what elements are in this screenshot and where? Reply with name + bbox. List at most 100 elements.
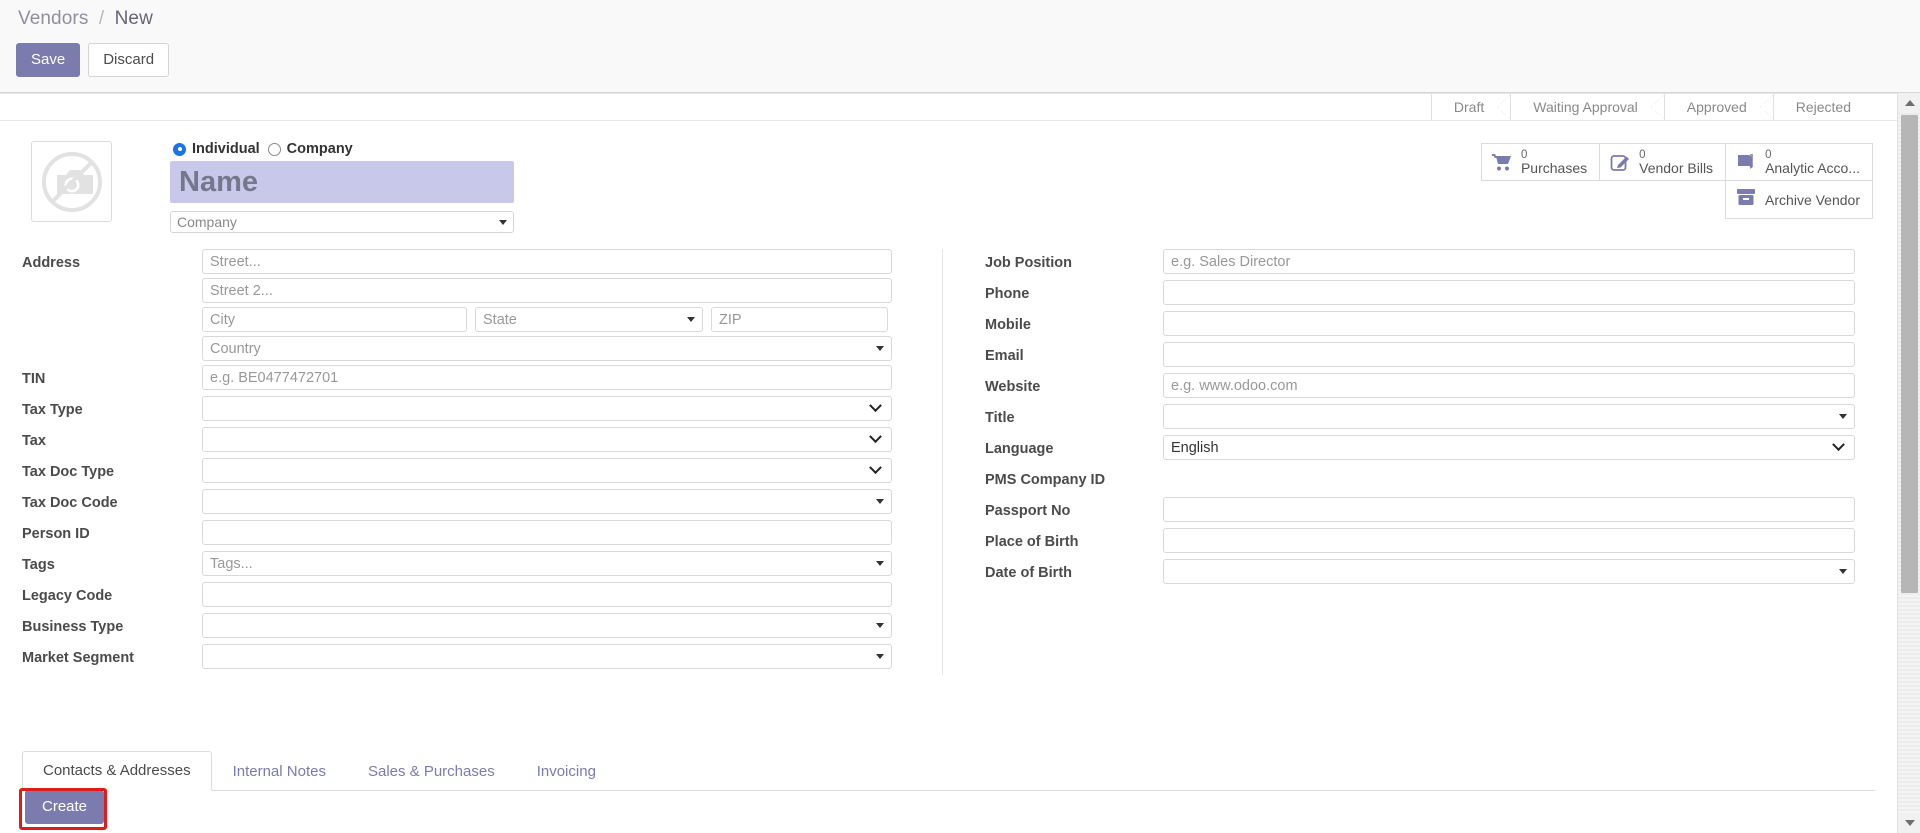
passport-no-input[interactable] [1163, 497, 1855, 522]
status-step-waiting-approval[interactable]: Waiting Approval [1510, 94, 1665, 120]
field-tin: TIN [22, 365, 930, 392]
stat-buttons-area: 0 Purchases 0 Vendor Bills 0 Analytic Ac… [1480, 143, 1873, 219]
form-column-left: Address State [22, 249, 930, 675]
tin-input[interactable] [202, 365, 892, 390]
country-select-value: Country [210, 340, 261, 357]
vertical-scrollbar[interactable] [1897, 93, 1920, 833]
name-input[interactable] [170, 161, 514, 203]
field-tax-doc-type: Tax Doc Type [22, 458, 930, 485]
field-title: Title [985, 404, 1855, 431]
job-position-input[interactable] [1163, 249, 1855, 274]
create-button[interactable]: Create [25, 790, 105, 824]
label-date-of-birth: Date of Birth [985, 565, 1072, 581]
person-id-input[interactable] [202, 520, 892, 545]
tax-select[interactable] [202, 427, 892, 452]
chevron-down-icon [1839, 414, 1847, 419]
label-title: Title [985, 410, 1015, 426]
date-of-birth-select[interactable] [1163, 559, 1855, 584]
stat-button-analytic-accounts-text: 0 Analytic Acco... [1765, 149, 1860, 176]
tags-select[interactable]: Tags... [202, 551, 892, 576]
stat-button-purchases-text: 0 Purchases [1521, 149, 1587, 176]
scroll-down-button[interactable] [1898, 813, 1920, 833]
chevron-down-icon [876, 561, 884, 566]
label-place-of-birth: Place of Birth [985, 534, 1079, 550]
status-step-draft[interactable]: Draft [1430, 94, 1512, 120]
tax-doc-type-control [202, 458, 930, 483]
chevron-down-icon [876, 623, 884, 628]
form-column-right: Job Position Phone Mobile [942, 249, 1855, 675]
chevron-down-icon [869, 399, 882, 413]
phone-input[interactable] [1163, 280, 1855, 305]
label-tags: Tags [22, 557, 55, 573]
partner-type-radio-group: Individual Company [173, 141, 530, 157]
label-tax-type: Tax Type [22, 402, 83, 418]
radio-individual[interactable]: Individual [173, 141, 260, 157]
stat-button-analytic-accounts-label: Analytic Acco... [1765, 159, 1860, 176]
save-button[interactable]: Save [16, 43, 81, 77]
passport-no-control [1163, 497, 1855, 522]
breadcrumb-root[interactable]: Vendors [18, 8, 88, 29]
status-step-approved[interactable]: Approved [1663, 94, 1774, 120]
pencil-square-icon [1610, 153, 1630, 172]
stat-button-analytic-accounts-value: 0 [1765, 148, 1772, 161]
tax-type-control [202, 396, 930, 421]
mobile-input[interactable] [1163, 311, 1855, 336]
market-segment-select[interactable] [202, 644, 892, 669]
email-control [1163, 342, 1855, 367]
company-select[interactable]: Company [170, 211, 514, 233]
label-phone: Phone [985, 286, 1030, 302]
business-type-select[interactable] [202, 613, 892, 638]
radio-company[interactable]: Company [267, 141, 353, 157]
tab-invoicing[interactable]: Invoicing [516, 752, 617, 791]
stat-button-purchases[interactable]: 0 Purchases [1480, 143, 1601, 181]
website-input[interactable] [1163, 373, 1855, 398]
tax-doc-code-control [202, 489, 930, 514]
street2-input[interactable] [202, 278, 892, 303]
tax-doc-code-select[interactable] [202, 489, 892, 514]
title-select[interactable] [1163, 404, 1855, 429]
city-input[interactable] [202, 307, 467, 332]
street-input[interactable] [202, 249, 892, 274]
tab-sales-purchases[interactable]: Sales & Purchases [347, 752, 516, 791]
website-control [1163, 373, 1855, 398]
company-select-value: Company [177, 214, 237, 230]
chevron-down-icon [876, 499, 884, 504]
triangle-up-icon [1904, 100, 1915, 106]
phone-control [1163, 280, 1855, 305]
state-select[interactable]: State [475, 307, 703, 332]
radio-company-label: Company [286, 141, 353, 157]
create-button-wrapper: Create [25, 790, 105, 824]
archive-vendor-button[interactable]: Archive Vendor [1725, 181, 1873, 219]
field-business-type: Business Type [22, 613, 930, 640]
market-segment-control [202, 644, 930, 669]
label-passport-no: Passport No [985, 503, 1071, 519]
avatar[interactable] [31, 141, 112, 222]
country-select[interactable]: Country [202, 336, 892, 361]
control-panel: Vendors / New Save Discard [0, 0, 1920, 93]
legacy-code-control [202, 582, 930, 607]
stat-button-analytic-accounts[interactable]: 0 Analytic Acco... [1725, 143, 1873, 181]
tax-type-select[interactable] [202, 396, 892, 421]
field-place-of-birth: Place of Birth [985, 528, 1855, 555]
tax-doc-type-select[interactable] [202, 458, 892, 483]
breadcrumb-separator: / [98, 8, 105, 29]
title-control [1163, 404, 1855, 429]
place-of-birth-input[interactable] [1163, 528, 1855, 553]
language-value: English [1171, 439, 1219, 456]
zip-input[interactable] [711, 307, 888, 332]
stat-button-vendor-bills[interactable]: 0 Vendor Bills [1599, 143, 1727, 181]
form-sheet: Draft Waiting Approval Approved Rejected [0, 93, 1897, 833]
triangle-down-icon [1904, 820, 1915, 826]
email-input[interactable] [1163, 342, 1855, 367]
legacy-code-input[interactable] [202, 582, 892, 607]
field-tax-doc-code: Tax Doc Code [22, 489, 930, 516]
status-step-rejected[interactable]: Rejected [1772, 94, 1877, 120]
tin-control [202, 365, 930, 390]
scroll-up-button[interactable] [1898, 93, 1920, 113]
language-select[interactable]: English [1163, 435, 1855, 460]
tab-contacts-addresses[interactable]: Contacts & Addresses [22, 751, 212, 791]
tab-internal-notes[interactable]: Internal Notes [212, 752, 347, 791]
scrollbar-thumb[interactable] [1901, 115, 1918, 593]
mobile-control [1163, 311, 1855, 336]
discard-button[interactable]: Discard [88, 43, 170, 77]
